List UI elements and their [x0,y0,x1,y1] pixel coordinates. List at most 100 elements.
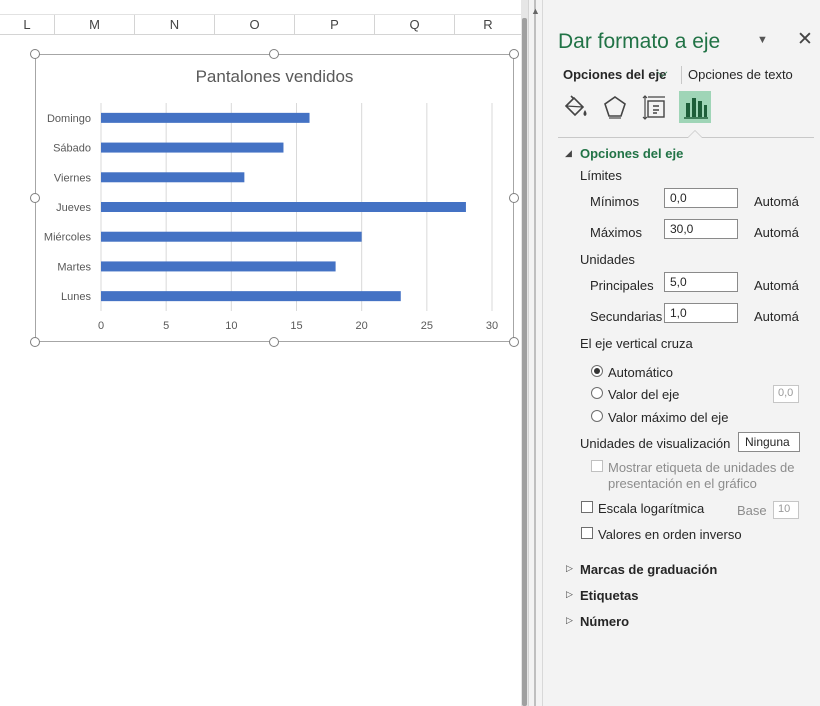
vertical-scrollbar[interactable] [521,0,528,706]
column-header-n[interactable]: N [135,15,215,35]
x-tick-label[interactable]: 25 [421,320,433,332]
bar-chart-icon[interactable] [680,92,710,122]
maximum-label: Máximos [590,225,643,240]
expand-triangle-icon[interactable]: ▷ [566,615,573,626]
radio-automatic[interactable] [591,365,603,377]
scroll-up-arrow-icon[interactable]: ▲ [531,6,540,16]
icon-row-divider [558,137,814,138]
maximum-input[interactable]: 30,0 [664,219,738,239]
category-label[interactable]: Sábado [53,143,91,155]
minimum-auto-button[interactable]: Automá [754,194,799,209]
bar[interactable] [101,112,310,123]
bar[interactable] [101,291,401,302]
bar-chart[interactable]: Pantalones vendidos 0 5 10 15 20 25 30 Lunes Mar… [35,54,514,342]
column-header-l[interactable]: L [0,15,55,35]
vertical-axis-crosses-label: El eje vertical cruza [580,336,693,351]
minimum-input[interactable]: 0,0 [664,188,738,208]
category-label[interactable]: Jueves [56,202,91,214]
section-axis-options-heading[interactable]: Opciones del eje [580,146,683,161]
pane-options-chevron-down-icon[interactable]: ▼ [757,34,768,46]
expand-triangle-icon[interactable]: ▷ [566,589,573,600]
reverse-order-checkbox[interactable] [581,527,593,539]
minor-unit-label: Secundarias [590,309,663,324]
reverse-order-label[interactable]: Valores en orden inverso [598,527,742,542]
bar[interactable] [101,172,245,183]
pane-title: Dar formato a eje [558,30,721,53]
tab-axis-options[interactable]: Opciones del eje [563,67,666,82]
category-label[interactable]: Miércoles [44,232,92,244]
spreadsheet-area[interactable]: L M N O P Q R Pantalones vendidos 0 5 10 15… [0,0,521,706]
resize-handle-bottom-left[interactable] [30,337,40,347]
category-label[interactable]: Domingo [47,113,91,125]
column-header-r[interactable]: R [455,15,521,35]
resize-handle-bottom[interactable] [269,337,279,347]
resize-handle-top-left[interactable] [30,49,40,59]
minor-unit-auto-button[interactable]: Automá [754,309,799,324]
column-header-row: L M N O P Q R [0,15,521,35]
resize-handle-left[interactable] [30,193,40,203]
bar[interactable] [101,231,362,242]
tab-text-options[interactable]: Opciones de texto [688,67,793,82]
radio-automatic-label[interactable]: Automático [608,365,673,380]
show-units-label-line2: presentación en el gráfico [608,476,757,491]
paint-bucket-icon[interactable] [560,92,590,122]
radio-max-axis-value[interactable] [591,410,603,422]
section-tick-marks[interactable]: Marcas de graduación [580,562,717,577]
radio-axis-value-label[interactable]: Valor del eje [608,387,679,402]
active-icon-pointer-inner [688,131,702,138]
column-header-q[interactable]: Q [375,15,455,35]
category-label[interactable]: Lunes [61,291,91,303]
radio-axis-value[interactable] [591,387,603,399]
tab-separator [681,66,682,84]
log-scale-label[interactable]: Escala logarítmica [598,501,704,516]
column-header-o[interactable]: O [215,15,295,35]
resize-handle-right[interactable] [509,193,519,203]
expand-triangle-icon[interactable]: ▷ [566,563,573,574]
minimum-label: Mínimos [590,194,640,209]
chevron-down-icon[interactable]: ⌵ [657,64,668,81]
section-labels[interactable]: Etiquetas [580,588,639,603]
x-tick-label[interactable]: 30 [486,320,498,332]
splitter-line [534,0,536,706]
category-label[interactable]: Viernes [54,172,92,184]
resize-handle-top-right[interactable] [509,49,519,59]
axis-value-input[interactable]: 0,0 [773,385,799,403]
maximum-auto-button[interactable]: Automá [754,225,799,240]
base-input[interactable]: 10 [773,501,799,519]
chart-plot-area[interactable]: 0 5 10 15 20 25 30 Lunes Martes Miércoles Jueves Vi… [36,55,515,343]
x-tick-label[interactable]: 5 [163,320,169,332]
bar[interactable] [101,261,336,272]
bar[interactable] [101,142,284,153]
pane-splitter[interactable]: ▲ [528,0,542,706]
pentagon-icon[interactable] [600,92,630,122]
limits-label: Límites [580,168,622,183]
display-units-select[interactable]: Ninguna [738,432,800,452]
display-units-label: Unidades de visualización [580,436,731,451]
units-label: Unidades [580,252,635,267]
minor-unit-input[interactable]: 1,0 [664,303,738,323]
x-tick-label[interactable]: 15 [290,320,302,332]
column-header-p[interactable]: P [295,15,375,35]
log-scale-checkbox[interactable] [581,501,593,513]
base-label: Base [737,503,767,518]
size-properties-icon[interactable] [640,92,670,122]
scrollbar-thumb[interactable] [522,18,527,706]
major-unit-label: Principales [590,278,654,293]
format-axis-pane: Dar formato a eje ▼ ✕ Opciones del eje ⌵… [542,0,820,706]
major-unit-auto-button[interactable]: Automá [754,278,799,293]
bar[interactable] [101,202,466,212]
x-tick-label[interactable]: 20 [356,320,368,332]
resize-handle-bottom-right[interactable] [509,337,519,347]
column-header-m[interactable]: M [55,15,135,35]
major-unit-input[interactable]: 5,0 [664,272,738,292]
formula-bar-edge [0,0,521,15]
close-icon[interactable]: ✕ [797,28,813,51]
radio-max-axis-value-label[interactable]: Valor máximo del eje [608,410,728,425]
resize-handle-top[interactable] [269,49,279,59]
x-tick-label[interactable]: 10 [225,320,237,332]
x-tick-label[interactable]: 0 [98,320,104,332]
show-units-label-checkbox[interactable] [591,460,603,472]
category-label[interactable]: Martes [57,261,91,273]
collapse-triangle-icon[interactable]: ◢ [565,148,572,159]
section-number[interactable]: Número [580,614,629,629]
